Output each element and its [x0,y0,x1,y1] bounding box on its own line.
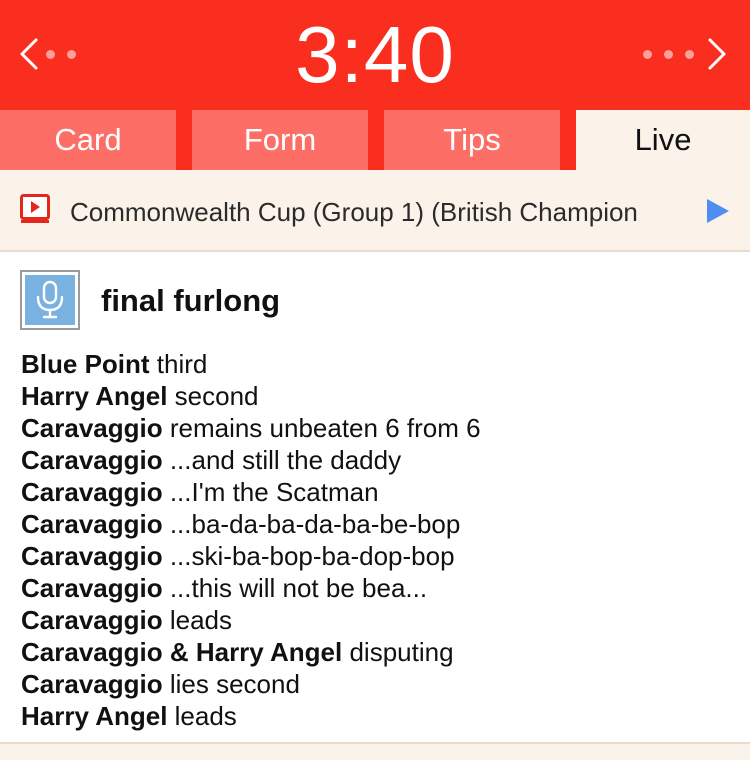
commentary-text: second [167,381,259,411]
tab-form[interactable]: Form [192,110,368,170]
horse-name: Harry Angel [21,381,168,411]
commentary-text: leads [162,605,232,635]
bottom-divider [0,742,750,760]
commentary-text: ...I'm the Scatman [162,477,379,507]
race-tabs: Card Form Tips Live [0,110,750,170]
next-race-button[interactable] [643,32,732,76]
horse-name: Caravaggio [21,669,163,699]
commentary-line: Caravaggio ...ski-ba-bop-ba-dop-bop [21,540,741,572]
live-race-screen: 3:40 Card Form Tips Live Commonwealth Cu… [0,0,750,760]
horse-name: Caravaggio [21,605,163,635]
tab-live[interactable]: Live [576,110,750,170]
commentary-line: Caravaggio leads [21,604,741,636]
horse-name: Caravaggio [21,573,163,603]
commentary-text: lies second [162,669,300,699]
play-icon[interactable] [705,197,731,225]
microphone-icon [36,280,64,319]
horse-name: Caravaggio [21,541,163,571]
race-header: 3:40 [0,0,750,110]
commentary-line: Caravaggio lies second [21,668,741,700]
horse-name: Caravaggio [21,413,163,443]
commentary-text: leads [167,701,237,731]
horse-name: Blue Point [21,349,150,379]
video-icon[interactable] [20,194,50,224]
commentary-line: Harry Angel leads [21,700,741,732]
commentary-text: ...ski-ba-bop-ba-dop-bop [162,541,455,571]
next-races-indicator [643,49,694,59]
commentary-text: ...and still the daddy [162,445,402,475]
horse-name: Caravaggio [21,509,163,539]
commentary-line: Caravaggio & Harry Angel disputing [21,636,741,668]
tab-card[interactable]: Card [0,110,176,170]
race-title[interactable]: Commonwealth Cup (Group 1) (British Cham… [70,193,690,231]
commentary-line: Caravaggio ...I'm the Scatman [21,476,741,508]
horse-name: Caravaggio [21,445,163,475]
commentary-text: third [149,349,208,379]
commentary-section-title: final furlong [101,283,281,318]
commentary-line: Caravaggio remains unbeaten 6 from 6 [21,412,741,444]
commentary-text: ...this will not be bea... [162,573,428,603]
commentary-line: Caravaggio ...this will not be bea... [21,572,741,604]
commentary-text: remains unbeaten 6 from 6 [162,413,481,443]
commentary-line: Caravaggio ...ba-da-ba-da-ba-be-bop [21,508,741,540]
commentary-avatar [20,270,80,330]
commentary-text: ...ba-da-ba-da-ba-be-bop [162,509,461,539]
horse-name: Caravaggio [21,477,163,507]
commentary-line: Caravaggio ...and still the daddy [21,444,741,476]
commentary-list: Blue Point third Harry Angel second Cara… [21,348,741,732]
horse-name: Caravaggio & Harry Angel [21,637,343,667]
commentary-line: Harry Angel second [21,380,741,412]
horse-name: Harry Angel [21,701,168,731]
race-time: 3:40 [295,10,455,99]
commentary-text: disputing [342,637,454,667]
commentary-line: Blue Point third [21,348,741,380]
tab-tips[interactable]: Tips [384,110,560,170]
chevron-right-icon [708,38,726,70]
